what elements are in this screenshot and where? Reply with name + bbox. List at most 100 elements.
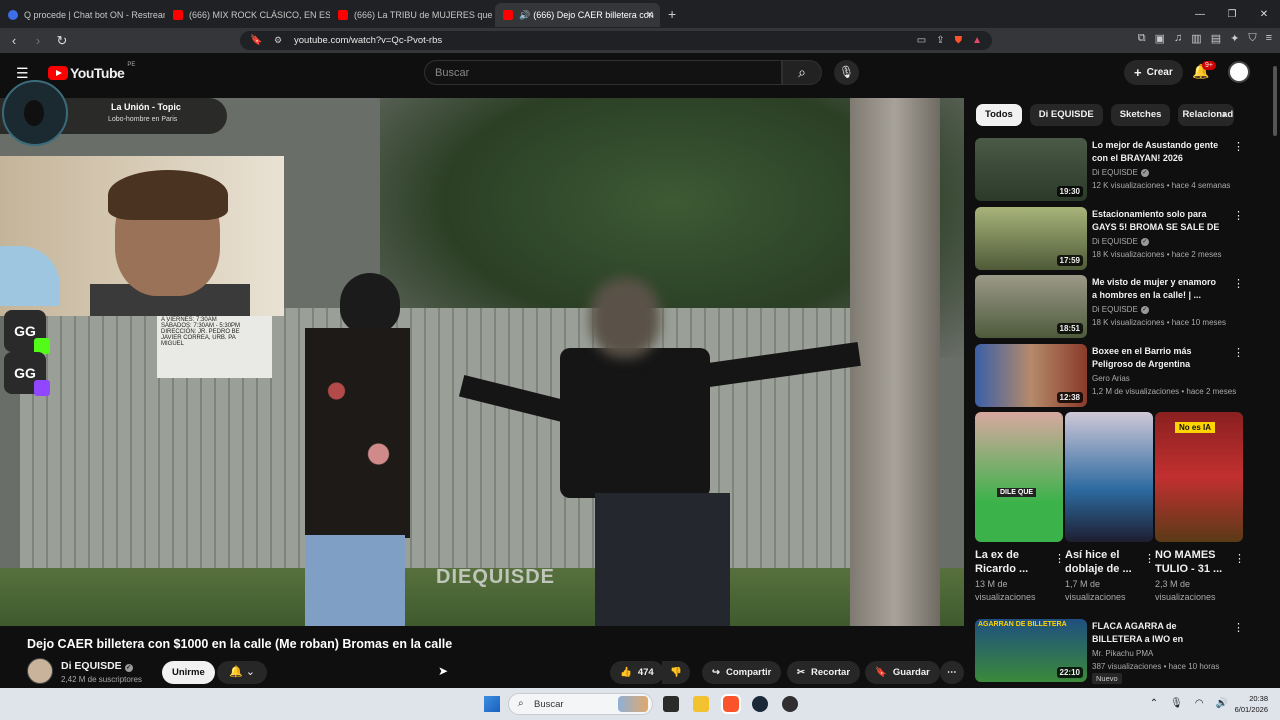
more-options-icon[interactable]: ⋮ [1233,140,1244,153]
bookmark-icon[interactable]: 🔖 [250,35,262,46]
video-thumbnail[interactable]: 19:30 [975,138,1087,201]
restore-icon[interactable]: ❐ [1216,9,1248,20]
forward-icon[interactable]: › [28,33,48,48]
channel-name[interactable]: Di EQUISDE ✓ [61,660,133,672]
wallet-icon[interactable]: ▤ [1211,32,1221,45]
new-tab-button[interactable]: + [668,6,676,22]
chip-di-equisde[interactable]: Di EQUISDE [1029,104,1103,126]
short-thumbnail[interactable] [1065,412,1153,542]
voice-search-button[interactable]: 🎙 [834,60,859,85]
more-options-icon[interactable]: ⋮ [1234,552,1245,565]
volume-icon[interactable]: 🔊 [1216,698,1228,709]
browser-tab-active[interactable]: 🔊 (666) Dejo CAER billetera con ✕ [495,3,660,27]
video-channel[interactable]: Di EQUISDE ✓ [1092,168,1149,177]
more-options-icon[interactable]: ⋮ [1233,277,1244,290]
short-video[interactable]: Así hice el doblaje de ... 1,7 M de visu… [1065,412,1155,604]
youtube-logo[interactable]: YouTube PE [48,62,135,81]
extensions-icon[interactable]: ⧉ [1138,32,1146,45]
recommended-video[interactable]: 19:30 Lo mejor de Asustando gente con el… [975,138,1265,202]
brave-browser-icon[interactable] [721,694,741,714]
short-title[interactable]: NO MAMES TULIO - 31 ... [1155,548,1227,576]
recommended-video[interactable]: 12:38 Boxee en el Barrio más Peligroso d… [975,344,1265,408]
browser-tab[interactable]: (666) La TRIBU de MUJERES que NU [330,3,495,27]
search-input[interactable]: Buscar [424,60,782,85]
video-channel[interactable]: Mr. Pikachu PMA [1092,649,1153,658]
steam-icon[interactable] [752,696,768,712]
short-thumbnail[interactable]: No es IA [1155,412,1243,542]
recommended-video[interactable]: AGARRAN DE BILLETERA 22:10 FLACA AGARRA d… [975,619,1265,684]
brave-shield-icon[interactable]: ⛊ [955,35,963,46]
video-thumbnail[interactable]: AGARRAN DE BILLETERA 22:10 [975,619,1087,682]
video-channel[interactable]: Di EQUISDE ✓ [1092,237,1149,246]
channel-avatar[interactable] [27,658,53,684]
scrollbar-thumb[interactable] [1273,66,1277,136]
video-title[interactable]: Lo mejor de Asustando gente con el BRAYA… [1092,139,1222,165]
close-tab-icon[interactable]: ✕ [646,10,654,21]
search-button[interactable]: ⌕ [782,60,822,85]
video-thumbnail[interactable]: 12:38 [975,344,1087,407]
obs-icon[interactable] [782,696,798,712]
screenshot-icon[interactable]: ▣ [1155,32,1165,45]
video-channel[interactable]: Gero Arias [1092,374,1130,383]
account-avatar[interactable] [1228,61,1250,83]
address-bar[interactable]: 🔖 ⚙ youtube.com/watch?v=Qc-Pvot-rbs ▭ ⇪ … [240,31,992,50]
windows-start-icon[interactable] [484,696,500,712]
back-icon[interactable]: ‹ [4,33,24,48]
recommended-video[interactable]: 18:51 Me visto de mujer y enamoro a homb… [975,275,1265,339]
short-title[interactable]: Así hice el doblaje de ... [1065,548,1137,576]
chip-sketches[interactable]: Sketches [1110,104,1171,126]
recommended-video[interactable]: 17:59 Estacionamiento solo para GAYS 5! … [975,207,1265,271]
taskbar-search-input[interactable]: ⌕ Buscar [508,693,653,715]
close-window-icon[interactable]: ✕ [1248,9,1280,20]
page-scrollbar[interactable] [1272,56,1278,688]
leo-icon[interactable]: ✦ [1230,32,1239,45]
chevron-up-icon[interactable]: ⌃ [1150,698,1158,709]
more-options-icon[interactable]: ⋮ [1233,346,1244,359]
like-button[interactable]: 👍 474 [610,661,664,684]
join-button[interactable]: Unirme [162,661,215,684]
video-channel[interactable]: Di EQUISDE ✓ [1092,305,1149,314]
video-title[interactable]: Estacionamiento solo para GAYS 5! BROMA … [1092,208,1222,236]
taskbar-clock[interactable]: 20:38 6/01/2026 [1235,693,1268,715]
share-icon[interactable]: ⇪ [936,35,944,46]
menu-icon[interactable]: ≡ [1266,32,1272,45]
media-icon[interactable]: ♫ [1174,32,1182,45]
clip-button[interactable]: ✂ Recortar [787,661,861,684]
short-video[interactable]: No es IA NO MAMES TULIO - 31 ... 2,3 M d… [1155,412,1245,604]
microphone-tray-icon[interactable]: 🎙 [1170,698,1183,709]
minimize-icon[interactable]: — [1184,9,1216,20]
file-explorer-icon[interactable] [693,696,709,712]
video-thumbnail[interactable]: 17:59 [975,207,1087,270]
save-button[interactable]: 🔖 Guardar [865,661,940,684]
video-title[interactable]: Boxee en el Barrio más Peligroso de Arge… [1092,345,1222,371]
video-title[interactable]: FLACA AGARRA de BILLETERA a IWO en JUEGO… [1092,620,1222,648]
site-info-icon[interactable]: ⚙ [274,35,282,46]
more-options-icon[interactable]: ⋮ [1054,552,1065,565]
create-button[interactable]: + Crear [1124,60,1183,85]
hamburger-menu-icon[interactable]: ☰ [16,65,29,82]
reload-icon[interactable]: ↻ [52,33,72,49]
rewards-icon[interactable]: ▲ [972,35,982,46]
cast-icon[interactable]: ▭ [917,35,926,46]
share-button[interactable]: ↪ Compartir [702,661,782,684]
video-thumbnail[interactable]: 18:51 [975,275,1087,338]
video-title[interactable]: Me visto de mujer y enamoro a hombres en… [1092,276,1222,302]
more-options-icon[interactable]: ⋮ [1233,209,1244,222]
task-view-icon[interactable] [663,696,679,712]
subscription-bell-dropdown[interactable]: 🔔 ⌄ [217,661,267,684]
chip-todos[interactable]: Todos [976,104,1022,126]
short-video[interactable]: DILE QUE La ex de Ricardo ... 13 M de vi… [975,412,1065,604]
chevron-right-icon[interactable]: › [1222,107,1226,121]
url-text[interactable]: youtube.com/watch?v=Qc-Pvot-rbs [294,35,442,46]
chip-relacionados[interactable]: Relacionad [1178,104,1235,126]
browser-tab[interactable]: Q procede | Chat bot ON - Restream [0,3,165,27]
sidebar-icon[interactable]: ▥ [1191,32,1201,45]
short-thumbnail[interactable]: DILE QUE [975,412,1063,542]
vpn-icon[interactable]: ⛉ [1248,32,1256,45]
more-options-icon[interactable]: ⋮ [1233,621,1244,634]
short-title[interactable]: La ex de Ricardo ... [975,548,1047,576]
more-options-icon[interactable]: ⋮ [1144,552,1155,565]
more-actions-button[interactable]: ⋯ [940,661,964,684]
dislike-button[interactable]: 👎 [662,661,690,684]
wifi-icon[interactable]: ◠ [1195,698,1204,709]
